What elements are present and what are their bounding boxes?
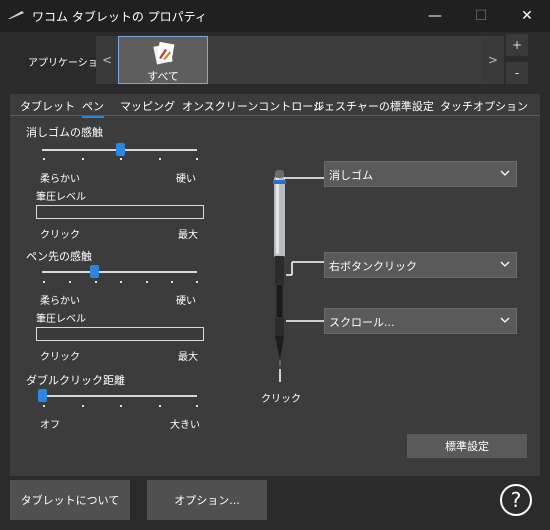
tab-tablet[interactable]: タブレット [20,98,75,114]
tip-pressure-min: クリック [40,352,80,363]
tip-soft-label: 柔らかい [40,296,80,307]
tip-hard-label: 硬い [176,296,196,307]
tab-touch-options[interactable]: タッチオプション [440,98,528,114]
slider-tick [159,158,161,160]
eraser-pressure-bar [36,205,204,219]
app-scroll-left-button[interactable]: < [96,36,118,84]
pen-tip-label: クリック [261,394,301,405]
double-click-slider[interactable] [42,395,197,397]
pen-app-icon [8,11,24,19]
help-icon[interactable]: ? [500,484,532,516]
slider-tick [196,158,198,160]
tab-onscreen-controls[interactable]: オンスクリーンコントロール [182,98,324,114]
upper-button-value: 右ボタンクリック [329,260,417,273]
lower-button-dropdown[interactable]: スクロール... [324,308,517,334]
window-title: ワコム タブレットの プロパティ [32,10,207,24]
chevron-down-icon [500,317,510,323]
eraser-pressure-max: 最大 [178,230,198,241]
eraser-feel-thumb[interactable] [115,143,125,156]
slider-tick [196,405,198,407]
tip-feel-title: ペン先の感触 [26,250,92,263]
slider-tick [82,158,84,160]
slider-tick [159,405,161,407]
slider-tick [120,281,122,283]
chevron-down-icon [500,261,510,267]
add-application-button[interactable]: + [506,34,528,56]
double-click-off-label: オフ [40,420,60,431]
options-button[interactable]: オプション... [147,480,267,520]
chevron-down-icon [500,170,510,176]
title-bar: ワコム タブレットの プロパティ — ☐ ✕ [0,0,550,32]
app-scroll-right-button[interactable]: > [482,36,504,84]
double-click-thumb[interactable] [38,389,47,402]
settings-panel: タブレット ペン マッピング オンスクリーンコントロール ジェスチャーの標準設定… [10,94,540,476]
all-apps-icon [153,41,175,65]
app-tile-label: すべて [147,70,179,83]
tip-pressure-bar [36,327,204,341]
application-bar: アプリケーション: < すべて > + - [10,34,530,88]
tab-bar: タブレット ペン マッピング オンスクリーンコントロール ジェスチャーの標準設定… [10,94,540,118]
slider-tick [196,281,198,283]
pen-illustration [273,170,324,382]
eraser-pressure-min: クリック [40,230,80,241]
app-tile-all[interactable]: すべて [118,36,208,84]
tip-feel-thumb[interactable] [89,265,99,278]
slider-tick [43,281,45,283]
tip-pressure-title: 筆圧レベル [36,314,86,325]
tip-pressure-max: 最大 [178,352,198,363]
slider-tick [69,281,71,283]
double-click-title: ダブルクリック距離 [26,374,125,387]
slider-tick [95,281,97,283]
eraser-soft-label: 柔らかい [40,174,80,185]
tab-mapping[interactable]: マッピング [120,98,175,114]
remove-application-button[interactable]: - [506,62,528,84]
maximize-button[interactable]: ☐ [458,0,504,32]
close-button[interactable]: ✕ [504,0,550,32]
slider-tick [43,158,45,160]
tab-pen[interactable]: ペン [82,98,104,118]
slider-tick [82,405,84,407]
slider-tick [146,281,148,283]
lower-button-value: スクロール... [329,316,395,329]
eraser-hard-label: 硬い [176,174,196,185]
slider-tick [171,281,173,283]
slider-tick [43,405,45,407]
slider-tick [120,405,122,407]
tab-gesture-defaults[interactable]: ジェスチャーの標準設定 [313,98,434,114]
eraser-feel-title: 消しゴムの感触 [26,126,103,139]
tip-feel-slider[interactable] [42,271,197,273]
default-settings-button[interactable]: 標準設定 [407,434,527,458]
minimize-button[interactable]: — [412,0,458,32]
about-tablet-button[interactable]: タブレットについて [10,480,130,520]
upper-button-dropdown[interactable]: 右ボタンクリック [324,252,517,278]
double-click-large-label: 大きい [170,420,200,431]
eraser-pressure-title: 筆圧レベル [36,192,86,203]
slider-tick [120,158,122,160]
eraser-function-dropdown[interactable]: 消しゴム [324,161,517,187]
eraser-function-value: 消しゴム [329,169,373,182]
application-list: すべて [118,36,482,84]
